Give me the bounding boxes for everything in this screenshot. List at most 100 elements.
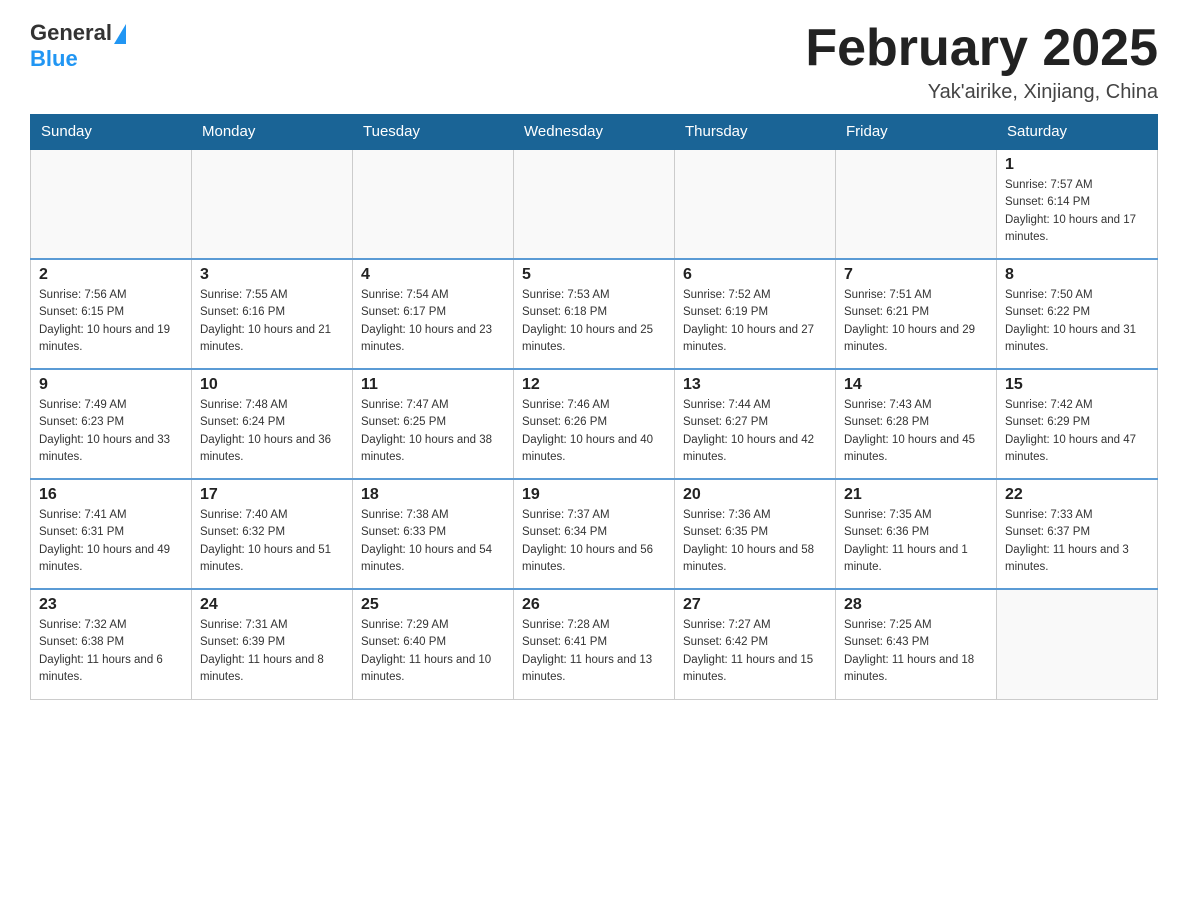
calendar-cell: 19 Sunrise: 7:37 AM Sunset: 6:34 PM Dayli…: [514, 479, 675, 589]
calendar-cell: [675, 149, 836, 259]
calendar-table: SundayMondayTuesdayWednesdayThursdayFrid…: [30, 114, 1158, 700]
calendar-cell: 15 Sunrise: 7:42 AM Sunset: 6:29 PM Dayli…: [997, 369, 1158, 479]
calendar-cell: 20 Sunrise: 7:36 AM Sunset: 6:35 PM Dayli…: [675, 479, 836, 589]
day-info: Sunrise: 7:31 AM Sunset: 6:39 PM Dayligh…: [200, 617, 344, 686]
day-number: 12: [522, 376, 666, 394]
day-number: 25: [361, 596, 505, 614]
calendar-cell: 7 Sunrise: 7:51 AM Sunset: 6:21 PM Daylig…: [836, 259, 997, 369]
day-info: Sunrise: 7:33 AM Sunset: 6:37 PM Dayligh…: [1005, 507, 1149, 576]
day-number: 1: [1005, 156, 1149, 174]
week-row-2: 2 Sunrise: 7:56 AM Sunset: 6:15 PM Daylig…: [31, 259, 1158, 369]
day-number: 19: [522, 486, 666, 504]
week-row-3: 9Sunrise: 7:49 AM Sunset: 6:23 PM Daylig…: [31, 369, 1158, 479]
calendar-cell: 23Sunrise: 7:32 AM Sunset: 6:38 PM Dayli…: [31, 589, 192, 699]
calendar-cell: 5 Sunrise: 7:53 AM Sunset: 6:18 PM Daylig…: [514, 259, 675, 369]
calendar-cell: 12 Sunrise: 7:46 AM Sunset: 6:26 PM Dayli…: [514, 369, 675, 479]
day-number: 17: [200, 486, 344, 504]
day-info: Sunrise: 7:48 AM Sunset: 6:24 PM Dayligh…: [200, 397, 344, 466]
day-number: 2: [39, 266, 183, 284]
calendar-cell: [514, 149, 675, 259]
calendar-cell: 14Sunrise: 7:43 AM Sunset: 6:28 PM Dayli…: [836, 369, 997, 479]
calendar-cell: 2 Sunrise: 7:56 AM Sunset: 6:15 PM Daylig…: [31, 259, 192, 369]
weekday-header-friday: Friday: [836, 115, 997, 150]
calendar-cell: [192, 149, 353, 259]
day-info: Sunrise: 7:47 AM Sunset: 6:25 PM Dayligh…: [361, 397, 505, 466]
day-number: 18: [361, 486, 505, 504]
calendar-cell: 26 Sunrise: 7:28 AM Sunset: 6:41 PM Dayli…: [514, 589, 675, 699]
logo-general: General: [30, 20, 112, 46]
day-info: Sunrise: 7:54 AM Sunset: 6:17 PM Dayligh…: [361, 287, 505, 356]
day-number: 28: [844, 596, 988, 614]
day-number: 24: [200, 596, 344, 614]
weekday-header-saturday: Saturday: [997, 115, 1158, 150]
day-number: 27: [683, 596, 827, 614]
week-row-4: 16Sunrise: 7:41 AM Sunset: 6:31 PM Dayli…: [31, 479, 1158, 589]
day-info: Sunrise: 7:40 AM Sunset: 6:32 PM Dayligh…: [200, 507, 344, 576]
day-number: 5: [522, 266, 666, 284]
day-info: Sunrise: 7:25 AM Sunset: 6:43 PM Dayligh…: [844, 617, 988, 686]
calendar-cell: 9Sunrise: 7:49 AM Sunset: 6:23 PM Daylig…: [31, 369, 192, 479]
calendar-cell: [31, 149, 192, 259]
day-number: 21: [844, 486, 988, 504]
day-number: 15: [1005, 376, 1149, 394]
day-number: 3: [200, 266, 344, 284]
weekday-header-thursday: Thursday: [675, 115, 836, 150]
calendar-cell: 28 Sunrise: 7:25 AM Sunset: 6:43 PM Dayli…: [836, 589, 997, 699]
calendar-cell: [353, 149, 514, 259]
calendar-cell: 13 Sunrise: 7:44 AM Sunset: 6:27 PM Dayli…: [675, 369, 836, 479]
day-number: 8: [1005, 266, 1149, 284]
calendar-cell: [997, 589, 1158, 699]
weekday-header-monday: Monday: [192, 115, 353, 150]
day-info: Sunrise: 7:41 AM Sunset: 6:31 PM Dayligh…: [39, 507, 183, 576]
calendar-cell: 6 Sunrise: 7:52 AM Sunset: 6:19 PM Daylig…: [675, 259, 836, 369]
day-number: 13: [683, 376, 827, 394]
weekday-header-sunday: Sunday: [31, 115, 192, 150]
weekday-header-wednesday: Wednesday: [514, 115, 675, 150]
day-number: 6: [683, 266, 827, 284]
day-number: 26: [522, 596, 666, 614]
day-number: 10: [200, 376, 344, 394]
day-info: Sunrise: 7:42 AM Sunset: 6:29 PM Dayligh…: [1005, 397, 1149, 466]
day-info: Sunrise: 7:56 AM Sunset: 6:15 PM Dayligh…: [39, 287, 183, 356]
calendar-cell: 10 Sunrise: 7:48 AM Sunset: 6:24 PM Dayli…: [192, 369, 353, 479]
day-number: 23: [39, 596, 183, 614]
day-info: Sunrise: 7:53 AM Sunset: 6:18 PM Dayligh…: [522, 287, 666, 356]
day-number: 4: [361, 266, 505, 284]
day-info: Sunrise: 7:44 AM Sunset: 6:27 PM Dayligh…: [683, 397, 827, 466]
day-info: Sunrise: 7:37 AM Sunset: 6:34 PM Dayligh…: [522, 507, 666, 576]
calendar-cell: [836, 149, 997, 259]
title-section: February 2025 Yak'airike, Xinjiang, Chin…: [805, 20, 1158, 104]
month-year-title: February 2025: [805, 20, 1158, 77]
day-number: 11: [361, 376, 505, 394]
day-info: Sunrise: 7:36 AM Sunset: 6:35 PM Dayligh…: [683, 507, 827, 576]
day-number: 7: [844, 266, 988, 284]
calendar-cell: 4 Sunrise: 7:54 AM Sunset: 6:17 PM Daylig…: [353, 259, 514, 369]
calendar-cell: 27 Sunrise: 7:27 AM Sunset: 6:42 PM Dayli…: [675, 589, 836, 699]
day-info: Sunrise: 7:57 AM Sunset: 6:14 PM Dayligh…: [1005, 177, 1149, 246]
calendar-cell: 24 Sunrise: 7:31 AM Sunset: 6:39 PM Dayli…: [192, 589, 353, 699]
day-info: Sunrise: 7:51 AM Sunset: 6:21 PM Dayligh…: [844, 287, 988, 356]
day-info: Sunrise: 7:38 AM Sunset: 6:33 PM Dayligh…: [361, 507, 505, 576]
calendar-cell: 11 Sunrise: 7:47 AM Sunset: 6:25 PM Dayli…: [353, 369, 514, 479]
day-info: Sunrise: 7:28 AM Sunset: 6:41 PM Dayligh…: [522, 617, 666, 686]
location-subtitle: Yak'airike, Xinjiang, China: [805, 81, 1158, 104]
calendar-cell: 22 Sunrise: 7:33 AM Sunset: 6:37 PM Dayli…: [997, 479, 1158, 589]
day-info: Sunrise: 7:29 AM Sunset: 6:40 PM Dayligh…: [361, 617, 505, 686]
calendar-cell: 16Sunrise: 7:41 AM Sunset: 6:31 PM Dayli…: [31, 479, 192, 589]
week-row-5: 23Sunrise: 7:32 AM Sunset: 6:38 PM Dayli…: [31, 589, 1158, 699]
day-info: Sunrise: 7:46 AM Sunset: 6:26 PM Dayligh…: [522, 397, 666, 466]
page-header: General Blue February 2025 Yak'airike, X…: [30, 20, 1158, 104]
calendar-cell: 8Sunrise: 7:50 AM Sunset: 6:22 PM Daylig…: [997, 259, 1158, 369]
logo: General Blue: [30, 20, 126, 72]
day-info: Sunrise: 7:35 AM Sunset: 6:36 PM Dayligh…: [844, 507, 988, 576]
calendar-cell: 3Sunrise: 7:55 AM Sunset: 6:16 PM Daylig…: [192, 259, 353, 369]
calendar-cell: 1 Sunrise: 7:57 AM Sunset: 6:14 PM Daylig…: [997, 149, 1158, 259]
calendar-cell: 25 Sunrise: 7:29 AM Sunset: 6:40 PM Dayli…: [353, 589, 514, 699]
day-info: Sunrise: 7:27 AM Sunset: 6:42 PM Dayligh…: [683, 617, 827, 686]
day-number: 20: [683, 486, 827, 504]
day-info: Sunrise: 7:52 AM Sunset: 6:19 PM Dayligh…: [683, 287, 827, 356]
calendar-cell: 18 Sunrise: 7:38 AM Sunset: 6:33 PM Dayli…: [353, 479, 514, 589]
day-number: 22: [1005, 486, 1149, 504]
weekday-header-tuesday: Tuesday: [353, 115, 514, 150]
weekday-header-row: SundayMondayTuesdayWednesdayThursdayFrid…: [31, 115, 1158, 150]
